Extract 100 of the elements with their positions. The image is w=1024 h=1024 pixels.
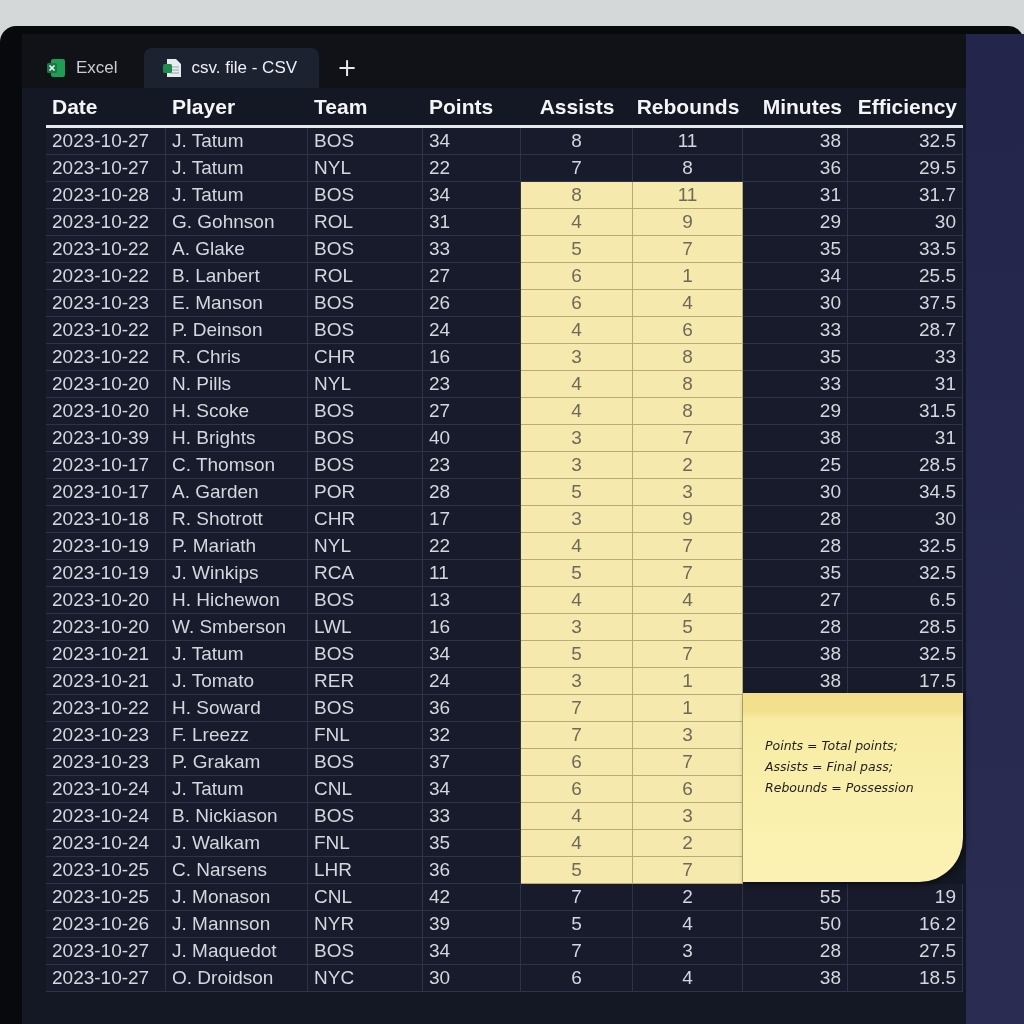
- table-cell: 23: [423, 371, 521, 398]
- new-tab-button[interactable]: +: [323, 48, 372, 88]
- table-cell: F. Lreezz: [166, 722, 308, 749]
- table-cell: 2: [633, 830, 743, 857]
- table-cell: 2023-10-22: [46, 695, 166, 722]
- table-cell: O. Droidson: [166, 965, 308, 992]
- table-cell: 3: [521, 452, 633, 479]
- table-cell: CHR: [308, 344, 423, 371]
- table-cell: NYR: [308, 911, 423, 938]
- table-cell: 28.7: [848, 317, 963, 344]
- table-cell: POR: [308, 479, 423, 506]
- table-cell: 7: [633, 425, 743, 452]
- table-cell: 37.5: [848, 290, 963, 317]
- table-cell: 31.5: [848, 398, 963, 425]
- table-cell: 6: [633, 317, 743, 344]
- table-cell: 2023-10-23: [46, 290, 166, 317]
- table-cell: 42: [423, 884, 521, 911]
- table-cell: 11: [633, 128, 743, 155]
- table-cell: 32.5: [848, 533, 963, 560]
- table-cell: P. Grakam: [166, 749, 308, 776]
- table-cell: 22: [423, 533, 521, 560]
- table-cell: 1: [633, 263, 743, 290]
- table-cell: CNL: [308, 776, 423, 803]
- table-cell: FNL: [308, 830, 423, 857]
- table-cell: 2023-10-23: [46, 749, 166, 776]
- table-cell: 7: [633, 749, 743, 776]
- table-cell: 2023-10-20: [46, 614, 166, 641]
- table-cell: J. Tatum: [166, 182, 308, 209]
- table-cell: 2023-10-24: [46, 830, 166, 857]
- table-cell: 4: [521, 587, 633, 614]
- table-cell: 2023-10-17: [46, 479, 166, 506]
- table-cell: 37: [423, 749, 521, 776]
- table-cell: 27: [743, 587, 848, 614]
- table-cell: 5: [521, 911, 633, 938]
- table-cell: H. Brights: [166, 425, 308, 452]
- table-cell: 17: [423, 506, 521, 533]
- table-cell: 30: [423, 965, 521, 992]
- table-cell: 40: [423, 425, 521, 452]
- table-cell: C. Narsens: [166, 857, 308, 884]
- tab[interactable]: csv. file - CSV: [143, 48, 320, 88]
- table-cell: 2023-10-27: [46, 128, 166, 155]
- table-cell: 2: [633, 884, 743, 911]
- table-cell: 2023-10-22: [46, 209, 166, 236]
- spreadsheet-app-icon: [46, 58, 66, 78]
- table-cell: LHR: [308, 857, 423, 884]
- table-cell: 7: [521, 722, 633, 749]
- table-cell: 7: [633, 533, 743, 560]
- table-cell: 7: [633, 560, 743, 587]
- note-text: Rebounds = Possession: [765, 779, 915, 797]
- table-cell: 32.5: [848, 560, 963, 587]
- note-text: Assists = Final pass;: [765, 758, 894, 776]
- table-cell: 6: [633, 776, 743, 803]
- table-cell: 30: [848, 506, 963, 533]
- table-cell: 7: [521, 155, 633, 182]
- table-cell: 5: [521, 857, 633, 884]
- table-cell: 27: [423, 263, 521, 290]
- table-cell: 4: [521, 209, 633, 236]
- table-cell: 9: [633, 506, 743, 533]
- table-cell: J. Maquedot: [166, 938, 308, 965]
- table-cell: 2023-10-25: [46, 857, 166, 884]
- table-cell: 31: [743, 182, 848, 209]
- table-cell: 25.5: [848, 263, 963, 290]
- table-cell: 18.5: [848, 965, 963, 992]
- table-cell: 4: [521, 371, 633, 398]
- table-cell: 22: [423, 155, 521, 182]
- table-cell: W. Smberson: [166, 614, 308, 641]
- table-cell: BOS: [308, 182, 423, 209]
- table-cell: RER: [308, 668, 423, 695]
- table-cell: FNL: [308, 722, 423, 749]
- table-cell: 13: [423, 587, 521, 614]
- table-cell: 35: [743, 560, 848, 587]
- table-cell: 7: [521, 938, 633, 965]
- table-cell: 30: [743, 479, 848, 506]
- table-cell: 3: [521, 506, 633, 533]
- table-cell: 4: [521, 803, 633, 830]
- table-cell: B. Lanbert: [166, 263, 308, 290]
- table-cell: 2: [633, 452, 743, 479]
- table-cell: J. Tatum: [166, 128, 308, 155]
- tab[interactable]: Excel: [28, 48, 140, 88]
- table-cell: 33.5: [848, 236, 963, 263]
- table-cell: BOS: [308, 398, 423, 425]
- table-cell: 7: [521, 884, 633, 911]
- table-cell: BOS: [308, 128, 423, 155]
- table-cell: 6.5: [848, 587, 963, 614]
- table-cell: 2023-10-20: [46, 371, 166, 398]
- table-cell: 6: [521, 749, 633, 776]
- table-cell: 34: [423, 182, 521, 209]
- table-cell: P. Deinson: [166, 317, 308, 344]
- table-cell: 38: [743, 425, 848, 452]
- table-cell: ROL: [308, 209, 423, 236]
- table-cell: 2023-10-21: [46, 641, 166, 668]
- table-cell: 30: [848, 209, 963, 236]
- table-cell: 39: [423, 911, 521, 938]
- table-cell: 6: [521, 263, 633, 290]
- table-cell: 28: [743, 533, 848, 560]
- table-cell: 4: [633, 911, 743, 938]
- table-cell: 27: [423, 398, 521, 425]
- table-cell: BOS: [308, 749, 423, 776]
- table-cell: 7: [521, 695, 633, 722]
- table-cell: 28.5: [848, 452, 963, 479]
